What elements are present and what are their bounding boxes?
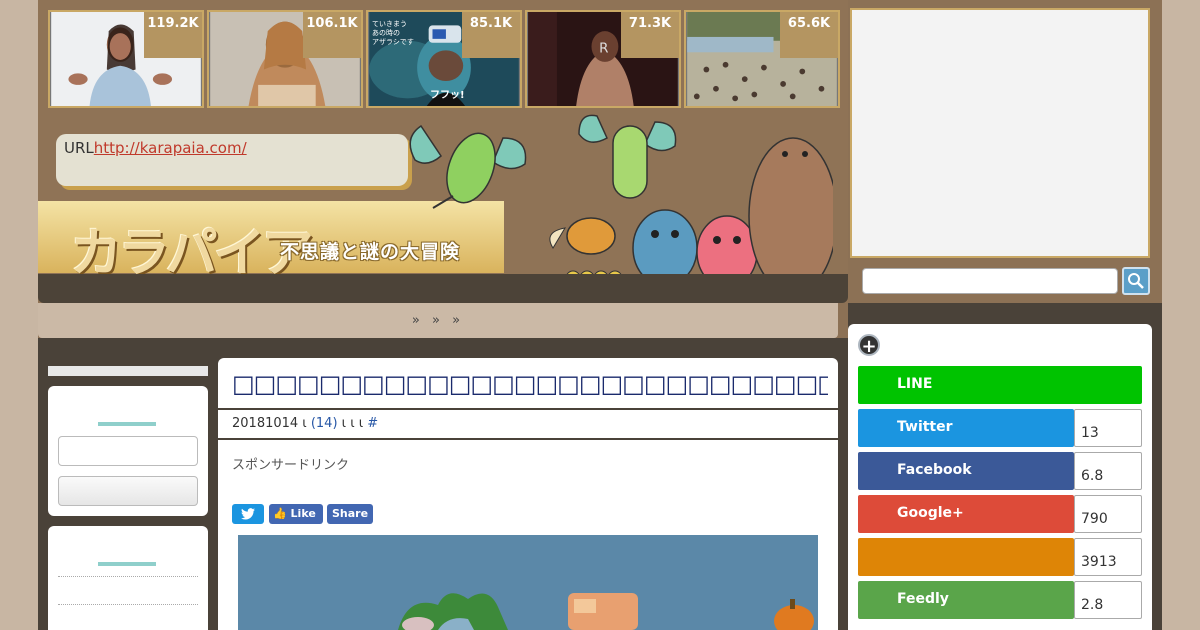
sidebar-top-strip	[48, 366, 208, 376]
list-divider	[58, 576, 198, 577]
popular-thumbnail-4[interactable]: R 71.3K	[525, 10, 681, 108]
googleplus-share-count: 790	[1074, 495, 1142, 533]
plus-icon[interactable]: +	[858, 334, 880, 357]
popular-thumbnail-2[interactable]: 106.1K	[207, 10, 363, 108]
social-row-hatena[interactable]: 3913	[858, 538, 1142, 576]
feedly-follow-button[interactable]: Feedly	[858, 581, 1074, 619]
article: □□□□□□□□□□□□□□□□□□□□□□□□□□□□□□□□□□□□□ 20…	[218, 358, 838, 630]
facebook-share-button[interactable]: Facebook	[858, 452, 1074, 490]
view-count: 71.3K	[621, 12, 679, 58]
twitter-share-button[interactable]: Twitter	[858, 409, 1074, 447]
ad-slot[interactable]	[850, 8, 1150, 258]
social-row-twitter[interactable]: Twitter 13	[858, 409, 1142, 447]
sidebar-submit-button[interactable]	[58, 476, 198, 506]
section-divider	[98, 562, 156, 566]
sponsored-link-label: スポンサードリンク	[232, 458, 350, 473]
bookmark-share-button[interactable]	[858, 538, 1074, 576]
tweet-button[interactable]	[232, 504, 264, 524]
view-count: 65.6K	[780, 12, 838, 58]
article-date: 20181014 ι	[232, 416, 307, 431]
mascot-illustration	[409, 114, 833, 295]
like-label: Like	[290, 507, 316, 520]
url-label: URL	[64, 139, 94, 157]
meta-divider	[218, 438, 838, 440]
feedly-follower-count: 2.8	[1074, 581, 1142, 619]
thumbnail-caption-overlay: ていきまう あの時の アザラシです	[372, 20, 414, 46]
facebook-share-button[interactable]: Share	[327, 504, 373, 524]
article-title[interactable]: □□□□□□□□□□□□□□□□□□□□□□□□□□□□□□□□□□□□□	[232, 370, 828, 398]
social-row-facebook[interactable]: Facebook 6.8	[858, 452, 1142, 490]
header-band	[38, 274, 848, 303]
social-row-line[interactable]: LINE	[858, 366, 1142, 404]
popular-thumbnail-5[interactable]: 65.6K	[684, 10, 840, 108]
sidebar-list-card	[48, 526, 208, 630]
comment-count-link[interactable]: (14)	[311, 416, 338, 431]
search-button[interactable]	[1122, 267, 1150, 295]
article-meta: 20181014 ι (14) ι ι ι #	[232, 416, 378, 431]
hash-link[interactable]: #	[367, 416, 378, 431]
view-count: 106.1K	[303, 12, 361, 58]
article-meta-text: ι ι ι	[341, 416, 364, 431]
site-url-link[interactable]: http://karapaia.com/	[94, 139, 247, 157]
social-row-googleplus[interactable]: Google+ 790	[858, 495, 1142, 533]
view-count: 119.2K	[144, 12, 202, 58]
facebook-share-count: 6.8	[1074, 452, 1142, 490]
twitter-icon	[241, 508, 255, 520]
popular-thumbnail-1[interactable]: 119.2K	[48, 10, 204, 108]
search-area	[848, 264, 1162, 304]
sidebar-search-card	[48, 386, 208, 516]
site-header: 119.2K 106.1K ていきまう あの時の アザラシです フフッ! 85.…	[38, 0, 848, 303]
page-frame: 119.2K 106.1K ていきまう あの時の アザラシです フフッ! 85.…	[38, 0, 1162, 630]
sidebar-input[interactable]	[58, 436, 198, 466]
thumbnail-caption: フフッ!	[430, 90, 465, 101]
breadcrumb[interactable]: » » »	[38, 303, 838, 338]
social-share-panel: + LINE Twitter 13 Facebook 6.8 Google+ 7…	[848, 324, 1152, 630]
list-divider	[58, 604, 198, 605]
search-icon	[1128, 273, 1144, 289]
line-share-button[interactable]: LINE	[858, 366, 1142, 404]
popular-thumbnail-3[interactable]: ていきまう あの時の アザラシです フフッ! 85.1K	[366, 10, 522, 108]
section-divider	[98, 422, 156, 426]
search-input[interactable]	[862, 268, 1118, 294]
googleplus-share-button[interactable]: Google+	[858, 495, 1074, 533]
thumbs-up-icon: 👍	[273, 507, 287, 520]
facebook-like-button[interactable]: 👍 Like	[269, 504, 323, 524]
title-divider	[218, 408, 838, 410]
twitter-share-count: 13	[1074, 409, 1142, 447]
bookmark-share-count: 3913	[1074, 538, 1142, 576]
svg-text:R: R	[599, 41, 608, 56]
article-photo	[238, 535, 818, 630]
url-box: URLhttp://karapaia.com/	[56, 134, 408, 186]
social-row-feedly[interactable]: Feedly 2.8	[858, 581, 1142, 619]
view-count: 85.1K	[462, 12, 520, 58]
